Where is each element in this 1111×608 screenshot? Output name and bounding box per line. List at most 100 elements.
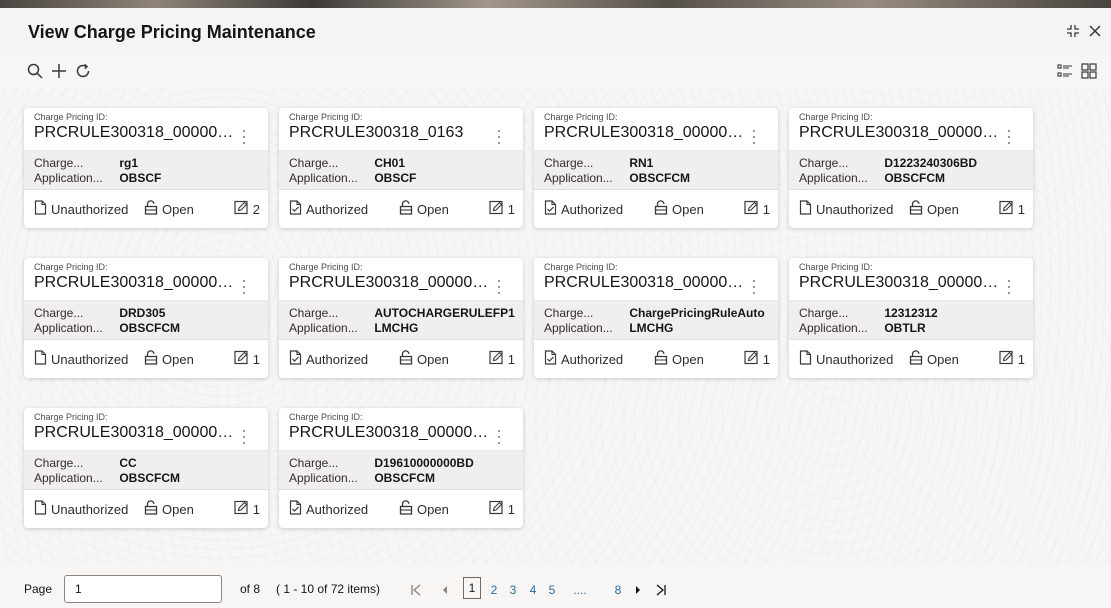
status-text: Unauthorized [51,351,129,367]
first-page-button[interactable] [408,580,424,600]
more-options-icon[interactable] [240,280,248,294]
more-options-icon[interactable] [1005,280,1013,294]
charge-pricing-id-value[interactable]: PRCRULE300318_000000... [34,423,236,443]
record-card[interactable]: Charge Pricing ID: PRCRULE300318_000000.… [279,408,523,528]
charge-pricing-id-value[interactable]: PRCRULE300318_000000... [289,423,491,443]
list-view-icon[interactable] [1054,60,1076,82]
record-card[interactable]: Charge Pricing ID: PRCRULE300318_000000.… [534,258,778,378]
authorization-status[interactable]: Authorized [289,500,368,518]
modification-number: 2 [252,201,260,217]
more-options-icon[interactable] [240,130,248,144]
lock-status-text: Open [162,201,194,217]
tile-view-icon[interactable] [1078,60,1100,82]
authorization-status[interactable]: Authorized [544,350,623,368]
modification-count[interactable]: 1 [234,500,260,518]
charge-key: Charge... [34,456,84,470]
modification-count[interactable]: 1 [744,350,770,368]
authorization-status[interactable]: Authorized [289,200,368,218]
modification-count[interactable]: 1 [489,500,515,518]
page-label: Page [24,582,53,596]
modification-count[interactable]: 1 [999,200,1025,218]
page-link-1[interactable]: 1 [463,577,481,599]
authorization-status[interactable]: Authorized [289,350,368,368]
modification-count[interactable]: 1 [489,200,515,218]
charge-key: Charge... [544,306,594,320]
record-status[interactable]: Open [399,200,449,218]
record-status[interactable]: Open [399,350,449,368]
record-card[interactable]: Charge Pricing ID: PRCRULE300318_000000.… [789,258,1033,378]
page-link-3[interactable]: 3 [507,580,519,600]
compress-icon[interactable] [1066,24,1080,42]
document-check-icon [289,200,306,218]
document-check-icon [544,200,561,218]
record-card[interactable]: Charge Pricing ID: PRCRULE300318_000000.… [24,408,268,528]
modification-count[interactable]: 1 [489,350,515,368]
authorization-status[interactable]: Unauthorized [799,200,893,218]
refresh-icon[interactable] [72,60,94,82]
charge-pricing-id-value[interactable]: PRCRULE300318_000000... [544,273,746,293]
application-key: Application... [289,471,358,485]
record-status[interactable]: Open [399,500,449,518]
authorization-status[interactable]: Unauthorized [799,350,893,368]
charge-key: Charge... [799,306,849,320]
record-card[interactable]: Charge Pricing ID: PRCRULE300318_0163 Ch… [279,108,523,228]
modification-count[interactable]: 1 [999,350,1025,368]
record-status[interactable]: Open [654,350,704,368]
charge-pricing-id-label: Charge Pricing ID: [289,262,363,272]
page-title: View Charge Pricing Maintenance [28,22,316,42]
charge-pricing-id-value[interactable]: PRCRULE300318_000000... [799,273,1001,293]
authorization-status[interactable]: Unauthorized [34,200,128,218]
decorative-banner [0,0,1111,8]
charge-pricing-id-value[interactable]: PRCRULE300318_000000... [34,123,236,143]
edit-icon [234,350,253,368]
record-card[interactable]: Charge Pricing ID: PRCRULE300318_000000.… [24,258,268,378]
record-card[interactable]: Charge Pricing ID: PRCRULE300318_000000.… [24,108,268,228]
edit-icon [489,200,508,218]
modification-count[interactable]: 1 [234,350,260,368]
more-options-icon[interactable] [495,430,503,444]
record-status[interactable]: Open [909,200,959,218]
modification-count[interactable]: 1 [744,200,770,218]
previous-page-button[interactable] [438,580,452,600]
record-status[interactable]: Open [144,350,194,368]
close-icon[interactable] [1088,24,1102,42]
last-page-button[interactable] [654,580,668,600]
charge-pricing-id-value[interactable]: PRCRULE300318_000000... [799,123,1001,143]
record-status[interactable]: Open [654,200,704,218]
record-card[interactable]: Charge Pricing ID: PRCRULE300318_000000.… [279,258,523,378]
page-link-4[interactable]: 4 [527,580,539,600]
page-link-8[interactable]: 8 [612,580,624,600]
page-link-2[interactable]: 2 [488,580,500,600]
more-options-icon[interactable] [240,430,248,444]
more-options-icon[interactable] [750,280,758,294]
charge-pricing-id-value[interactable]: PRCRULE300318_000000... [34,273,236,293]
record-card[interactable]: Charge Pricing ID: PRCRULE300318_000000.… [534,108,778,228]
more-options-icon[interactable] [495,130,503,144]
charge-pricing-id-value[interactable]: PRCRULE300318_000000... [544,123,746,143]
charge-pricing-id-value[interactable]: PRCRULE300318_0163 [289,123,491,143]
application-key: Application... [544,171,613,185]
record-status[interactable]: Open [144,500,194,518]
record-status[interactable]: Open [909,350,959,368]
edit-icon [489,500,508,518]
modification-count[interactable]: 2 [234,200,260,218]
more-options-icon[interactable] [495,280,503,294]
charge-pricing-id-value[interactable]: PRCRULE300318_000000... [289,273,491,293]
charge-key: Charge... [799,156,849,170]
record-card[interactable]: Charge Pricing ID: PRCRULE300318_000000.… [789,108,1033,228]
page-link-5[interactable]: 5 [546,580,558,600]
authorization-status[interactable]: Authorized [544,200,623,218]
modification-number: 1 [252,351,260,367]
next-page-button[interactable] [632,580,644,600]
more-options-icon[interactable] [1005,130,1013,144]
page-number-input[interactable] [64,575,222,603]
pagination-bar: Page of 8 ( 1 - 10 of 72 items) 12345...… [0,564,1111,608]
document-icon [34,350,51,368]
search-icon[interactable] [24,60,46,82]
record-status[interactable]: Open [144,200,194,218]
more-options-icon[interactable] [750,130,758,144]
authorization-status[interactable]: Unauthorized [34,500,128,518]
authorization-status[interactable]: Unauthorized [34,350,128,368]
unlock-icon [909,200,927,218]
add-icon[interactable] [48,60,70,82]
